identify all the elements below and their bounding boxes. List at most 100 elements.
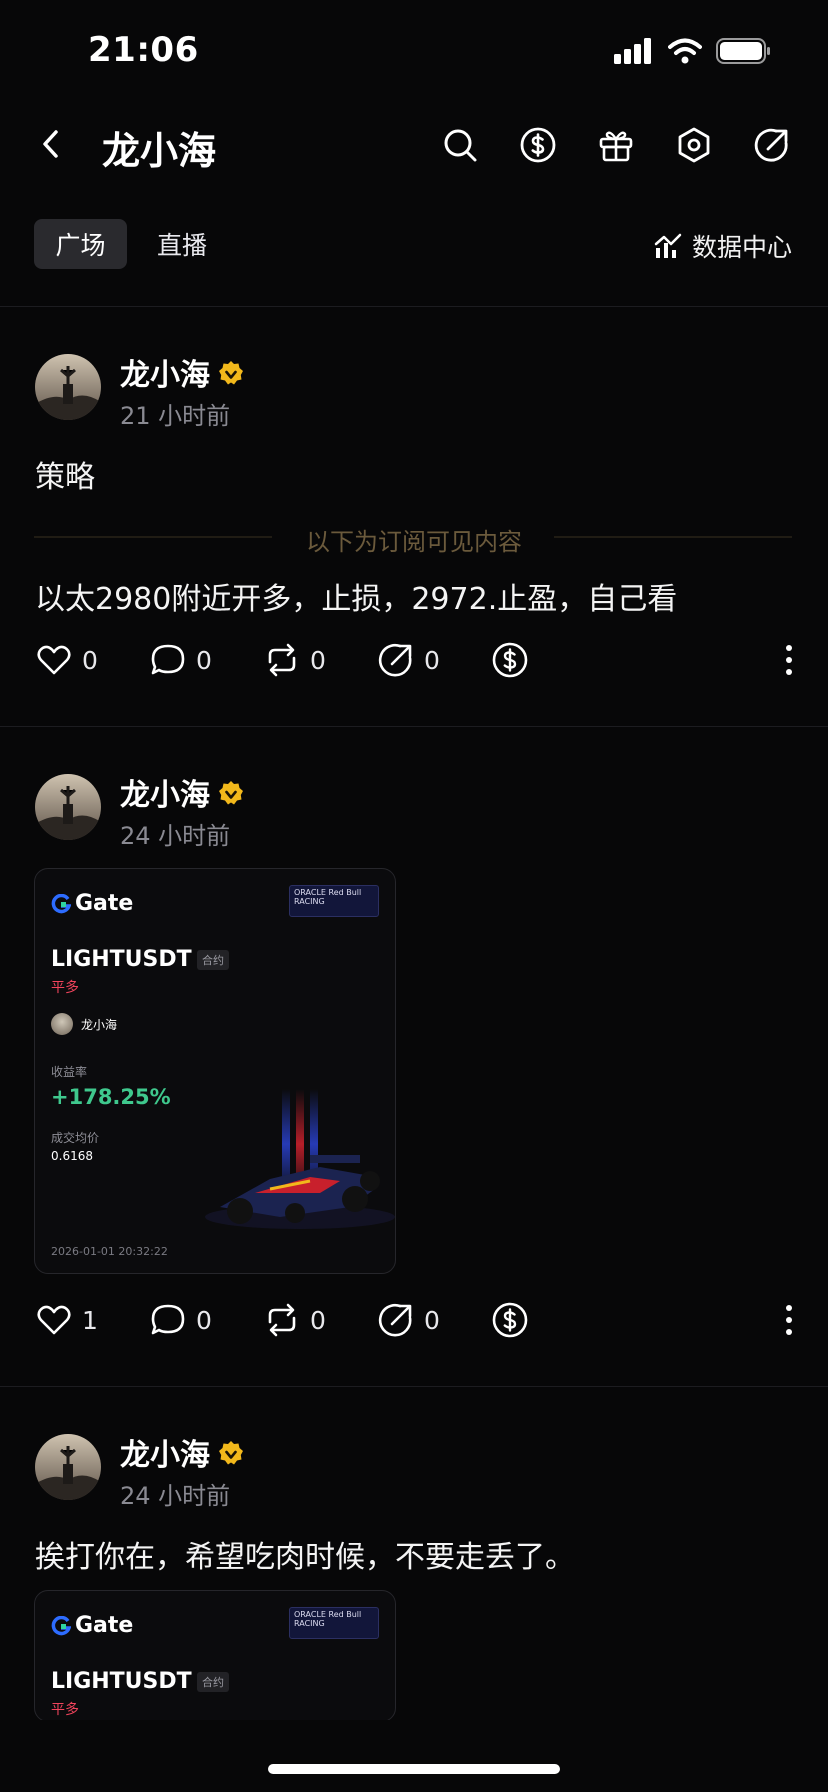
data-center-link[interactable]: 数据中心	[654, 228, 792, 264]
chevron-left-icon	[43, 130, 58, 158]
post-time: 21 小时前	[120, 402, 231, 430]
tip-button[interactable]	[520, 127, 556, 163]
more-options-icon[interactable]	[784, 1302, 794, 1338]
card-user: 龙小海	[51, 1013, 117, 1035]
trade-share-card[interactable]: Gate ORACLE Red Bull RACING LIGHTUSDT 合约…	[34, 868, 396, 1274]
race-car-image	[205, 1089, 395, 1229]
header-actions	[442, 127, 790, 163]
author-name[interactable]: 龙小海	[120, 1430, 210, 1474]
dollar-coin-icon	[492, 1302, 528, 1338]
position-side: 平多	[51, 1702, 79, 1718]
search-button[interactable]	[442, 127, 478, 163]
tab-square[interactable]: 广场	[34, 219, 127, 269]
comment-count: 0	[196, 645, 212, 675]
position-side: 平多	[51, 980, 79, 996]
gift-icon	[599, 131, 633, 162]
share-count: 0	[424, 1305, 440, 1335]
trading-pair: LIGHTUSDT	[51, 1669, 192, 1694]
back-button[interactable]	[36, 128, 68, 160]
settings-button[interactable]	[676, 127, 712, 163]
verified-badge-icon	[219, 781, 243, 805]
repost-count: 0	[310, 1305, 326, 1335]
tip-post-button[interactable]	[492, 1302, 606, 1338]
subscription-label: 以下为订阅可见内容	[306, 528, 522, 556]
repost-count: 0	[310, 645, 326, 675]
data-center-label: 数据中心	[691, 233, 792, 262]
post-text: 策略	[35, 460, 95, 495]
tab-live[interactable]: 直播	[142, 219, 222, 269]
roi-label: 收益率	[51, 1065, 88, 1079]
sponsor-logo: ORACLE Red Bull RACING	[289, 1607, 379, 1639]
heart-icon	[37, 1305, 71, 1335]
share-arrow-icon	[754, 128, 788, 162]
share-post-button[interactable]: 0	[378, 642, 492, 678]
share-post-button[interactable]: 0	[378, 1302, 492, 1338]
post-actions: 1 0 0 0	[36, 1302, 794, 1338]
trade-share-card[interactable]: Gate ORACLE Red Bull RACING LIGHTUSDT 合约…	[34, 1590, 396, 1722]
repost-icon	[268, 1303, 296, 1337]
comment-bubble-icon	[151, 644, 185, 675]
battery-icon	[716, 38, 770, 64]
verified-badge-icon	[219, 361, 243, 385]
like-count: 1	[82, 1305, 98, 1335]
comment-bubble-icon	[151, 1304, 185, 1335]
avatar[interactable]	[35, 354, 101, 420]
comment-count: 0	[196, 1305, 212, 1335]
post-text: 挨打你在，希望吃肉时候，不要走丢了。	[35, 1540, 575, 1575]
trading-pair: LIGHTUSDT	[51, 947, 192, 972]
comment-button[interactable]: 0	[150, 1302, 264, 1338]
tip-post-button[interactable]	[492, 642, 606, 678]
verified-badge-icon	[219, 1441, 243, 1465]
avatar[interactable]	[35, 1434, 101, 1500]
gate-logo-icon	[51, 893, 71, 913]
dollar-coin-icon	[492, 642, 528, 678]
post-actions: 0 0 0 0	[36, 642, 794, 678]
trade-date: 2026-01-01 20:32:22	[51, 1245, 168, 1258]
gift-button[interactable]	[598, 127, 634, 163]
divider	[0, 306, 828, 307]
author-name[interactable]: 龙小海	[120, 770, 210, 814]
like-button[interactable]: 0	[36, 642, 150, 678]
subscriber-content: 以太2980附近开多，止损，2972.止盈，自己看	[35, 582, 678, 617]
status-time: 21:06	[88, 30, 199, 70]
share-count: 0	[424, 645, 440, 675]
contract-tag: 合约	[197, 1672, 229, 1692]
search-icon	[444, 129, 477, 162]
comment-button[interactable]: 0	[150, 642, 264, 678]
avatar[interactable]	[35, 774, 101, 840]
sponsor-logo: ORACLE Red Bull RACING	[289, 885, 379, 917]
hexagon-settings-icon	[678, 127, 710, 163]
gate-logo: Gate	[51, 1613, 133, 1638]
price-label: 成交均价	[51, 1131, 100, 1145]
cellular-signal-icon	[614, 38, 651, 64]
author-name[interactable]: 龙小海	[120, 350, 210, 394]
divider	[0, 1386, 828, 1387]
avatar	[51, 1013, 73, 1035]
status-icons	[614, 38, 772, 64]
repost-button[interactable]: 0	[264, 642, 378, 678]
repost-button[interactable]: 0	[264, 1302, 378, 1338]
gate-logo: Gate	[51, 891, 133, 916]
heart-icon	[37, 645, 71, 675]
roi-value: +178.25%	[51, 1085, 171, 1109]
share-button[interactable]	[754, 127, 790, 163]
post-time: 24 小时前	[120, 822, 231, 850]
wifi-icon	[668, 38, 702, 64]
divider	[0, 726, 828, 727]
bottom-safe-area	[0, 1720, 828, 1792]
like-button[interactable]: 1	[36, 1302, 150, 1338]
page-title: 龙小海	[102, 129, 217, 173]
gate-logo-icon	[51, 1615, 71, 1635]
card-user-name: 龙小海	[81, 1017, 118, 1032]
post-time: 24 小时前	[120, 1482, 231, 1510]
repost-icon	[268, 643, 296, 677]
price-value: 0.6168	[51, 1149, 93, 1163]
share-arrow-icon	[378, 1303, 412, 1337]
contract-tag: 合约	[197, 950, 229, 970]
home-indicator[interactable]	[268, 1764, 560, 1774]
like-count: 0	[82, 645, 98, 675]
share-arrow-icon	[378, 643, 412, 677]
dollar-coin-icon	[520, 127, 556, 163]
more-options-icon[interactable]	[784, 642, 794, 678]
chart-icon	[654, 233, 682, 258]
